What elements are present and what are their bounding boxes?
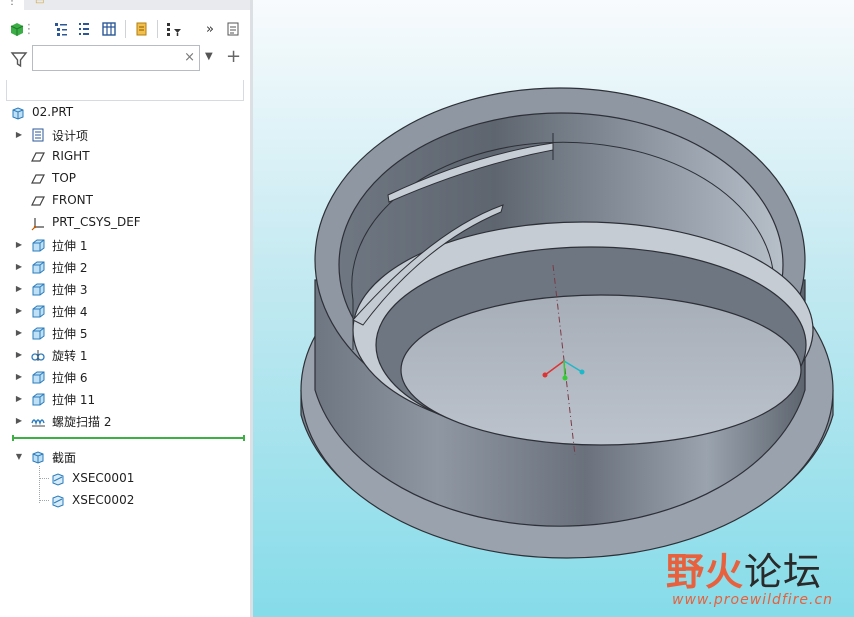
tree-item[interactable]: PRT_CSYS_DEF <box>0 212 250 234</box>
extrude-icon <box>32 371 45 384</box>
graphics-viewport[interactable]: 野火论坛 www.proewildfire.cn <box>253 0 854 617</box>
model-tree-tab-icon: ⋮ <box>7 0 17 7</box>
bottom-floor <box>400 294 802 446</box>
tree-item[interactable]: ▶ 拉伸 6 <box>0 366 250 388</box>
tree-root[interactable]: 02.PRT <box>0 102 250 124</box>
tree-item-label: RIGHT <box>52 149 90 163</box>
tab-model-tree[interactable]: ⋮ <box>0 0 24 10</box>
chevron-right-icon[interactable]: ▶ <box>14 129 24 141</box>
part-model[interactable] <box>253 0 854 617</box>
tab-folder-browser[interactable]: ▭ <box>28 0 52 10</box>
add-icon[interactable]: + <box>226 46 241 67</box>
part-icon <box>12 107 24 120</box>
panel-tabs: ⋮ ▭ <box>0 0 250 10</box>
note-icon[interactable] <box>130 16 152 42</box>
chevron-right-icon[interactable]: ▶ <box>14 327 24 339</box>
chevron-right-icon[interactable]: ▶ <box>14 305 24 317</box>
tree-item[interactable]: ▶ 设计项 <box>0 124 250 146</box>
datum-plane-icon <box>31 152 45 162</box>
tree-item-label: FRONT <box>52 193 93 207</box>
filter-result-area <box>6 80 244 101</box>
watermark-brand-rest: 论坛 <box>744 550 823 594</box>
tree-root-label: 02.PRT <box>32 105 74 119</box>
section-icon <box>32 451 44 464</box>
tree-item-label: 拉伸 6 <box>52 371 88 385</box>
datum-plane-icon <box>31 196 45 206</box>
tree-item-label: 拉伸 1 <box>52 239 88 253</box>
chevron-right-icon[interactable]: ▶ <box>14 283 24 295</box>
folder-tab-icon: ▭ <box>35 0 45 7</box>
tree-item-label: 旋转 1 <box>52 349 88 363</box>
tree-item[interactable]: TOP <box>0 168 250 190</box>
tree-item[interactable]: ▶ 螺旋扫描 2 <box>0 410 250 432</box>
tree-columns-icon[interactable] <box>50 16 72 42</box>
chevron-down-icon[interactable]: ▼ <box>205 51 213 62</box>
chevron-right-icon[interactable]: ▶ <box>14 349 24 361</box>
tree-item-label: TOP <box>52 171 77 185</box>
properties-icon[interactable] <box>222 16 244 42</box>
extrude-icon <box>32 239 45 252</box>
tree-item[interactable]: FRONT <box>0 190 250 212</box>
tree-item-xsec[interactable]: XSEC0001 <box>0 468 250 490</box>
coordinate-system-icon <box>31 218 44 231</box>
tree-item[interactable]: ▶ 旋转 1 <box>0 344 250 366</box>
chevron-right-icon[interactable]: ▶ <box>14 239 24 251</box>
clear-icon[interactable]: × <box>184 50 195 65</box>
tree-item-xsec[interactable]: XSEC0002 <box>0 490 250 512</box>
chevron-right-icon[interactable]: ▶ <box>14 261 24 273</box>
tree-item-label: 拉伸 4 <box>52 305 88 319</box>
datum-plane-icon <box>31 174 45 184</box>
watermark-brand: 野火论坛 <box>666 541 822 596</box>
chevron-down-icon[interactable]: ▼ <box>14 451 24 463</box>
tree-item-label: 拉伸 2 <box>52 261 88 275</box>
design-items-icon <box>32 128 44 142</box>
cross-section-icon <box>52 473 64 486</box>
tree-toolbar: ⋮ » <box>0 16 250 42</box>
tree-item[interactable]: ▶ 拉伸 2 <box>0 256 250 278</box>
tree-item-label: 拉伸 11 <box>52 393 96 407</box>
tree-item-label: 拉伸 3 <box>52 283 88 297</box>
tree-item[interactable]: ▶ 拉伸 3 <box>0 278 250 300</box>
model-tree-panel: ⋮ ▭ ⋮ » × ▼ + 02.PRT ▶ 设计项 RIGHT TOP FRO… <box>0 0 250 617</box>
settings-filter-icon[interactable] <box>163 16 185 42</box>
extrude-icon <box>32 393 45 406</box>
expand-tree-icon[interactable] <box>73 16 95 42</box>
extrude-icon <box>32 305 45 318</box>
revolve-icon <box>31 350 45 361</box>
extrude-icon <box>32 261 45 274</box>
tree-item-label: PRT_CSYS_DEF <box>52 215 141 229</box>
chevron-right-icon[interactable]: ▶ <box>14 393 24 405</box>
extrude-icon <box>32 327 45 340</box>
watermark-brand-first: 野火 <box>666 550 745 594</box>
chevron-right-icon[interactable]: ▶ <box>14 415 24 427</box>
watermark-url: www.proewildfire.cn <box>672 592 834 608</box>
extrude-icon <box>32 283 45 296</box>
tree-item-sections[interactable]: ▼ 截面 <box>0 446 250 468</box>
toolbar-separator <box>125 20 126 38</box>
tree-item[interactable]: ▶ 拉伸 1 <box>0 234 250 256</box>
tree-item-label: XSEC0002 <box>72 493 135 507</box>
toolbar-grip-icon: ⋮ <box>22 21 36 37</box>
tree-item[interactable]: RIGHT <box>0 146 250 168</box>
tree-item-label: 截面 <box>52 451 77 465</box>
helical-sweep-icon <box>31 419 45 427</box>
search-input[interactable] <box>37 47 181 71</box>
tree-item[interactable]: ▶ 拉伸 11 <box>0 388 250 410</box>
tree-item-label: 设计项 <box>52 129 89 143</box>
tree-item[interactable]: ▶ 拉伸 5 <box>0 322 250 344</box>
filter-row: × ▼ + <box>0 45 250 75</box>
search-field[interactable]: × <box>32 45 200 71</box>
tree-item-label: 拉伸 5 <box>52 327 88 341</box>
tree-item-label: 螺旋扫描 2 <box>52 415 112 429</box>
column-settings-icon[interactable] <box>98 16 120 42</box>
more-icon[interactable]: » <box>199 16 221 42</box>
tree-item[interactable]: ▶ 拉伸 4 <box>0 300 250 322</box>
tree-item-label: XSEC0001 <box>72 471 135 485</box>
toolbar-separator <box>157 20 158 38</box>
funnel-icon[interactable] <box>10 51 28 69</box>
insert-here-indicator[interactable] <box>12 435 245 441</box>
chevron-right-icon[interactable]: ▶ <box>14 371 24 383</box>
cross-section-icon <box>52 495 64 508</box>
